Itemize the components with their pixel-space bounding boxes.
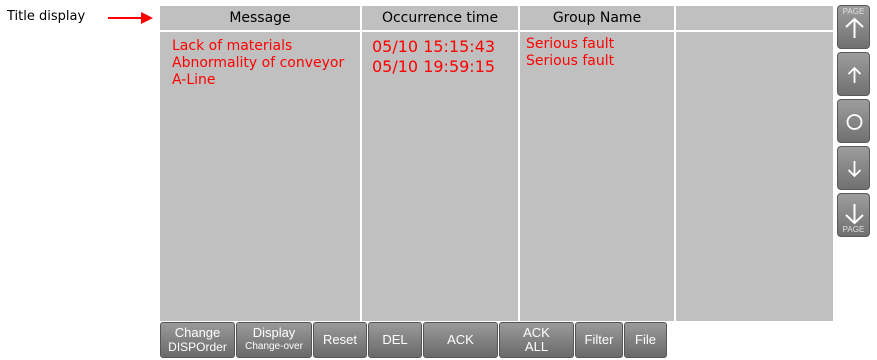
- display-label: Display: [252, 325, 296, 340]
- ack-button[interactable]: ACK: [423, 322, 498, 358]
- ack-all-button[interactable]: ACK ALL: [499, 322, 574, 358]
- page-down-label: PAGE: [842, 225, 865, 234]
- alarm-time[interactable]: 05/10 15:15:43: [362, 37, 518, 57]
- delete-button[interactable]: DEL: [368, 322, 422, 358]
- message-column: Message Lack of materials Abnormality of…: [160, 6, 360, 321]
- page-down-button[interactable]: PAGE: [837, 193, 870, 237]
- alarm-time[interactable]: 05/10 19:59:15: [362, 57, 518, 77]
- alarm-message[interactable]: Lack of materials: [160, 38, 360, 55]
- occurrence-time-column: Occurrence time 05/10 15:15:43 05/10 19:…: [360, 6, 518, 321]
- arrow-down-icon: [847, 161, 862, 178]
- reset-button[interactable]: Reset: [313, 322, 367, 358]
- change-over-label: Change-over: [245, 341, 303, 352]
- ack-label: ACK: [523, 325, 550, 340]
- title-display-annotation: Title display: [7, 9, 86, 24]
- page-up-button[interactable]: PAGE: [837, 5, 870, 49]
- file-button[interactable]: File: [624, 322, 667, 358]
- scroll-up-button[interactable]: [837, 52, 870, 96]
- message-header: Message: [160, 6, 360, 32]
- alarm-group[interactable]: Serious fault: [520, 36, 674, 53]
- circle-icon: [846, 114, 863, 130]
- all-label: ALL: [524, 339, 549, 354]
- center-button[interactable]: [837, 99, 870, 143]
- change-disp-order-button[interactable]: Change DISPOrder: [160, 322, 235, 358]
- group-name-header: Group Name: [520, 6, 674, 32]
- alarm-message[interactable]: A-Line: [160, 72, 360, 89]
- scroll-down-button[interactable]: [837, 146, 870, 190]
- change-label: Change: [174, 325, 221, 340]
- empty-header: [676, 6, 835, 32]
- disp-order-label: DISPOrder: [168, 340, 227, 354]
- alarm-message[interactable]: Abnormality of conveyor: [160, 55, 360, 72]
- occurrence-time-header: Occurrence time: [362, 6, 518, 32]
- alarm-group[interactable]: Serious fault: [520, 53, 674, 70]
- alarm-list-table[interactable]: Message Lack of materials Abnormality of…: [160, 6, 835, 321]
- empty-column: [674, 6, 835, 321]
- arrow-up-icon: [847, 66, 862, 83]
- group-name-column: Group Name Serious fault Serious fault: [518, 6, 674, 321]
- display-change-over-button[interactable]: Display Change-over: [236, 322, 312, 358]
- page-up-icon: [845, 17, 864, 38]
- annotation-arrow-icon: [108, 12, 153, 24]
- filter-button[interactable]: Filter: [575, 322, 623, 358]
